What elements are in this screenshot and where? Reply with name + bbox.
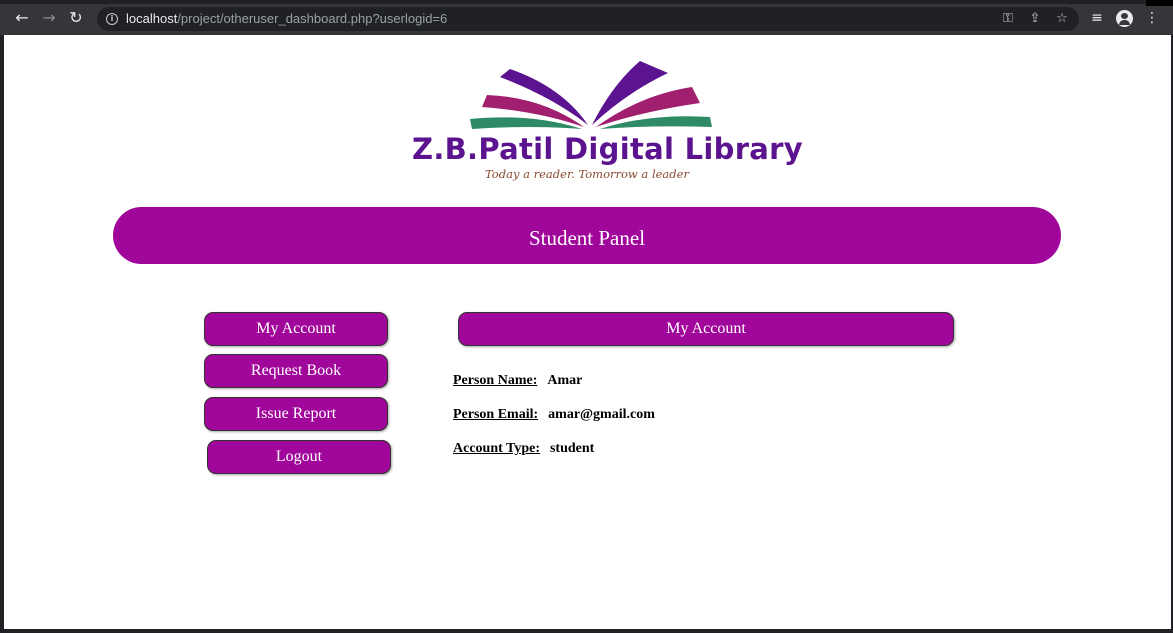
url-text[interactable]: localhost/project/otheruser_dashboard.ph… [126, 11, 447, 27]
reading-list-icon[interactable]: ≡ [1088, 9, 1106, 27]
star-icon[interactable]: ☆ [1053, 10, 1071, 28]
logo-tagline: Today a reader. Tomorrow a leader [485, 167, 689, 181]
logo-title: Z.B.Patil Digital Library [412, 132, 803, 166]
key-icon[interactable]: ⚿ [999, 10, 1017, 28]
back-arrow-icon[interactable]: ← [13, 9, 31, 27]
person-email-value: amar@gmail.com [548, 407, 655, 422]
logout-button[interactable]: Logout [207, 440, 391, 474]
browser-toolbar: ← → ↻ i localhost/project/otheruser_dash… [0, 0, 1173, 35]
person-name-label: Person Name: [453, 373, 538, 388]
address-bar[interactable]: i localhost/project/otheruser_dashboard.… [97, 7, 1079, 31]
person-name-value: Amar [547, 373, 583, 388]
page-viewport: Z.B.Patil Digital Library Today a reader… [4, 35, 1171, 629]
account-type-value: student [549, 441, 595, 456]
person-name-row: Person Name: Amar [453, 373, 582, 389]
person-email-label: Person Email: [453, 407, 539, 422]
my-account-button[interactable]: My Account [204, 312, 388, 346]
window-bottom-edge [0, 629, 1173, 633]
tab-strip [0, 0, 1173, 4]
profile-icon[interactable] [1116, 10, 1133, 27]
tab-edge [1146, 0, 1173, 6]
forward-arrow-icon[interactable]: → [40, 9, 58, 27]
account-type-row: Account Type: student [453, 441, 594, 457]
info-icon[interactable]: i [106, 13, 118, 25]
reload-icon[interactable]: ↻ [67, 9, 85, 27]
issue-report-button[interactable]: Issue Report [204, 397, 388, 431]
request-book-button[interactable]: Request Book [204, 354, 388, 388]
menu-dots-icon[interactable]: ⋮ [1143, 9, 1161, 27]
url-path: /project/otheruser_dashboard.php?userlog… [177, 11, 448, 26]
library-logo: Z.B.Patil Digital Library Today a reader… [412, 57, 803, 187]
url-host: localhost [126, 11, 178, 26]
share-icon[interactable]: ⇪ [1026, 10, 1044, 28]
panel-title: Student Panel [528, 226, 646, 250]
account-type-label: Account Type: [453, 441, 540, 456]
student-panel-banner: Student Panel [113, 207, 1061, 264]
open-book-icon [470, 61, 712, 129]
my-account-section-header: My Account [458, 312, 954, 346]
person-email-row: Person Email: amar@gmail.com [453, 407, 655, 423]
